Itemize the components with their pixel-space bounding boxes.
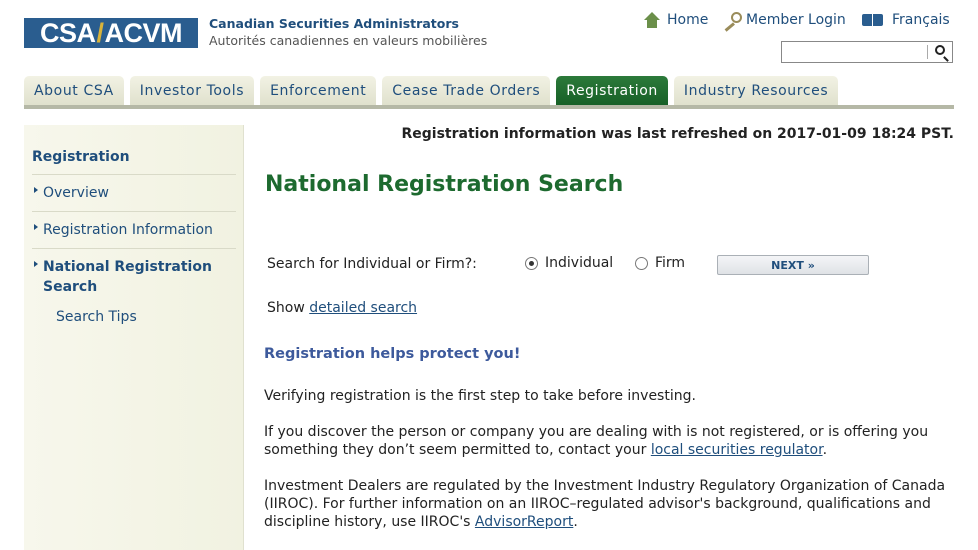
sidebar-item-national-registration-search[interactable]: National Registration Search (34, 257, 212, 297)
local-securities-regulator-link[interactable]: local securities regulator (651, 442, 823, 458)
tab-registration[interactable]: Registration (556, 76, 668, 106)
advisor-report-link[interactable]: AdvisorReport (475, 514, 573, 530)
nav-underline-bar (24, 105, 954, 109)
info-paragraph-not-registered: If you discover the person or company yo… (264, 423, 954, 459)
info-paragraph-iiroc: Investment Dealers are regulated by the … (264, 477, 954, 531)
tab-cease-trade-orders[interactable]: Cease Trade Orders (382, 76, 551, 106)
home-link-label: Home (667, 12, 709, 28)
tab-enforcement[interactable]: Enforcement (260, 76, 377, 106)
member-login-link[interactable]: Member Login (722, 10, 846, 30)
key-icon (722, 12, 742, 28)
main-nav-tabs: About CSA Investor Tools Enforcement Cea… (24, 76, 844, 106)
next-button[interactable]: NEXT » (717, 255, 869, 275)
radio-selected-icon (525, 256, 538, 270)
radio-individual[interactable]: Individual (525, 255, 613, 271)
info-paragraph-verify: Verifying registration is the first step… (264, 388, 696, 404)
page-title: National Registration Search (265, 172, 624, 197)
home-link[interactable]: Home (643, 10, 708, 30)
site-search (781, 41, 953, 63)
radio-firm-label: Firm (655, 255, 686, 271)
tab-investor-tools[interactable]: Investor Tools (129, 76, 255, 106)
help-heading: Registration helps protect you! (264, 346, 521, 362)
paragraph-end: . (822, 442, 828, 458)
org-name-english: Canadian Securities Administrators (209, 16, 459, 31)
sidebar-item-label: Overview (43, 185, 109, 201)
radio-individual-label: Individual (545, 255, 614, 271)
arrow-right-icon (34, 187, 38, 193)
logo-text-csa: CSA (39, 18, 96, 48)
member-login-label: Member Login (746, 12, 846, 28)
sidebar-item-label-line1: National Registration (43, 259, 212, 275)
detailed-search-link[interactable]: detailed search (309, 300, 417, 316)
search-button[interactable] (931, 42, 951, 62)
search-input[interactable] (784, 43, 924, 61)
logo-text-acvm: ACVM (104, 18, 183, 48)
org-name-french: Autorités canadiennes en valeurs mobiliè… (209, 33, 488, 48)
sidebar: Registration Overview Registration Infor… (24, 125, 244, 550)
language-book-icon (860, 12, 886, 28)
sidebar-item-overview[interactable]: Overview (34, 183, 109, 203)
search-type-question: Search for Individual or Firm?: (267, 256, 477, 272)
arrow-right-icon (34, 224, 38, 230)
paragraph-end: . (573, 514, 578, 530)
sidebar-divider (32, 211, 236, 212)
sidebar-divider (32, 174, 236, 175)
show-prefix: Show (267, 300, 305, 316)
search-icon (935, 45, 945, 55)
sidebar-divider (32, 248, 236, 249)
paragraph-text: Investment Dealers are regulated by the … (264, 478, 946, 530)
sidebar-item-label: Registration Information (43, 222, 213, 238)
radio-firm[interactable]: Firm (635, 255, 685, 271)
sidebar-item-registration-information[interactable]: Registration Information (34, 220, 213, 240)
show-detailed-search-line: Show detailed search (267, 300, 417, 316)
tab-about-csa[interactable]: About CSA (24, 76, 124, 106)
home-icon (643, 12, 661, 28)
arrow-right-icon (34, 261, 38, 267)
tab-industry-resources[interactable]: Industry Resources (673, 76, 839, 106)
radio-unselected-icon (635, 256, 648, 270)
search-divider (927, 45, 928, 59)
csa-acvm-logo[interactable]: CSA / ACVM (24, 18, 198, 48)
sidebar-title[interactable]: Registration (32, 149, 130, 165)
paragraph-text: If you discover the person or company yo… (264, 424, 929, 458)
sidebar-item-label-line2: Search (43, 279, 98, 295)
refresh-notice: Registration information was last refres… (401, 126, 954, 142)
francais-label: Français (892, 12, 950, 28)
sidebar-subitem-search-tips[interactable]: Search Tips (56, 309, 137, 325)
francais-link[interactable]: Français (860, 10, 950, 30)
logo-slash: / (96, 18, 105, 48)
